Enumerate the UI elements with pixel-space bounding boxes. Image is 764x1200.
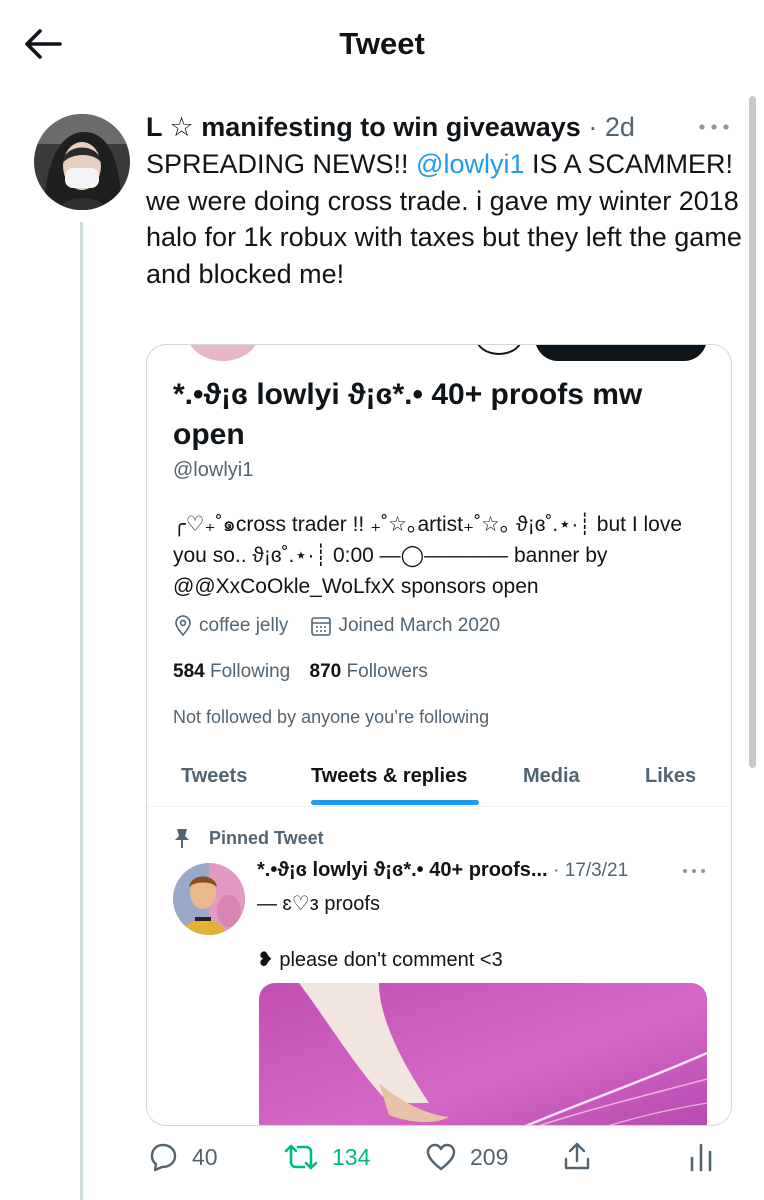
tweet-text: SPREADING NEWS!! @lowlyi1 IS A SCAMMER! … <box>146 146 744 292</box>
tab-tweets-replies: Tweets & replies <box>311 765 468 787</box>
more-options-button[interactable] <box>694 112 734 142</box>
following-label: Following <box>209 661 291 682</box>
tweet-text-suffix: IS A SCAMMER! <box>524 149 734 179</box>
more-dots-icon <box>699 124 729 130</box>
tab-media: Media <box>523 765 580 787</box>
analytics-icon <box>690 1143 712 1172</box>
profile-location: coffee jelly <box>199 615 289 636</box>
cropped-follow-button <box>535 345 707 361</box>
tweet-text-prefix: SPREADING NEWS!! <box>146 149 417 179</box>
following-count: 584 <box>173 661 205 682</box>
share-icon <box>564 1142 590 1170</box>
page-title: Tweet <box>339 26 425 61</box>
pinned-tweet-label: Pinned Tweet <box>209 827 324 848</box>
pinned-author-avatar <box>173 863 245 935</box>
follow-counts: 584 Following 870 Followers <box>173 661 428 683</box>
cropped-profile-avatar <box>187 345 259 361</box>
location-pin-icon <box>175 615 191 637</box>
calendar-icon <box>311 617 332 636</box>
cropped-message-icon <box>475 345 523 355</box>
pinned-date: · 17/3/21 <box>553 860 629 881</box>
profile-joined: Joined March 2020 <box>338 615 501 636</box>
cartoon-avatar-image <box>173 863 245 935</box>
heart-icon <box>426 1143 456 1171</box>
reply-count: 40 <box>192 1143 218 1170</box>
tab-tweets: Tweets <box>181 765 248 787</box>
profile-meta-row: coffee jelly Joined March 2020 <box>173 615 500 637</box>
tab-likes: Likes <box>645 765 697 787</box>
tweet-text-body: we were doing cross trade. i gave my win… <box>146 185 742 289</box>
avatar-image <box>34 114 130 210</box>
like-count: 209 <box>470 1143 509 1170</box>
pinned-more-icon <box>679 859 709 883</box>
pin-icon <box>175 829 189 848</box>
reply-icon <box>150 1143 177 1172</box>
tweet-header: L ☆ manifesting to win giveaways · 2d <box>146 112 635 143</box>
thread-line <box>80 222 83 1200</box>
pinned-label: Pinned Tweet <box>173 827 324 849</box>
retweet-button[interactable]: 134 <box>282 1140 370 1174</box>
mention-link[interactable]: @lowlyi1 <box>416 149 524 179</box>
pinned-tweet-text: ❥ please don't comment <3 <box>257 949 503 971</box>
profile-bio: ╭♡₊˚๑cross trader !! ₊˚☆｡artist₊˚☆｡ ϑ¡ɞ˚… <box>173 513 683 598</box>
analytics-button[interactable] <box>686 1140 716 1174</box>
share-button[interactable] <box>560 1140 594 1174</box>
active-tab-indicator <box>311 800 479 805</box>
author-name[interactable]: L ☆ manifesting to win giveaways <box>146 112 581 142</box>
author-avatar[interactable] <box>34 114 130 210</box>
retweet-count: 134 <box>332 1143 371 1170</box>
like-button[interactable]: 209 <box>424 1140 508 1174</box>
not-followed-note: Not followed by anyone you’re following <box>173 707 490 727</box>
reply-button[interactable]: 40 <box>146 1140 218 1174</box>
embedded-screenshot-card[interactable]: *.•ϑ¡ɞ lowlyi ϑ¡ɞ*.• 40+ proofs mw open … <box>146 344 732 1126</box>
scrollbar[interactable] <box>749 96 756 768</box>
tweet-timestamp[interactable]: · 2d <box>588 112 635 142</box>
pinned-tweet-header: *.•ϑ¡ɞ lowlyi ϑ¡ɞ*.• 40+ proofs... · 17/… <box>257 859 628 882</box>
header-bar: Tweet <box>0 0 764 92</box>
pinned-media-image <box>259 983 707 1125</box>
pinned-tweet-subtitle: — ɛ♡з proofs <box>257 893 380 915</box>
pinned-author-name: *.•ϑ¡ɞ lowlyi ϑ¡ɞ*.• 40+ proofs... <box>257 859 548 881</box>
followers-count: 870 <box>309 661 342 682</box>
tweet-actions: 40 134 209 <box>146 1136 746 1186</box>
profile-tabs: Tweets Tweets & replies Media Likes <box>147 747 731 807</box>
retweet-icon <box>284 1144 318 1170</box>
followers-label: Followers <box>346 661 428 682</box>
profile-name: *.•ϑ¡ɞ lowlyi ϑ¡ɞ*.• 40+ proofs mw open <box>173 378 643 451</box>
profile-handle: @lowlyi1 <box>173 459 254 481</box>
